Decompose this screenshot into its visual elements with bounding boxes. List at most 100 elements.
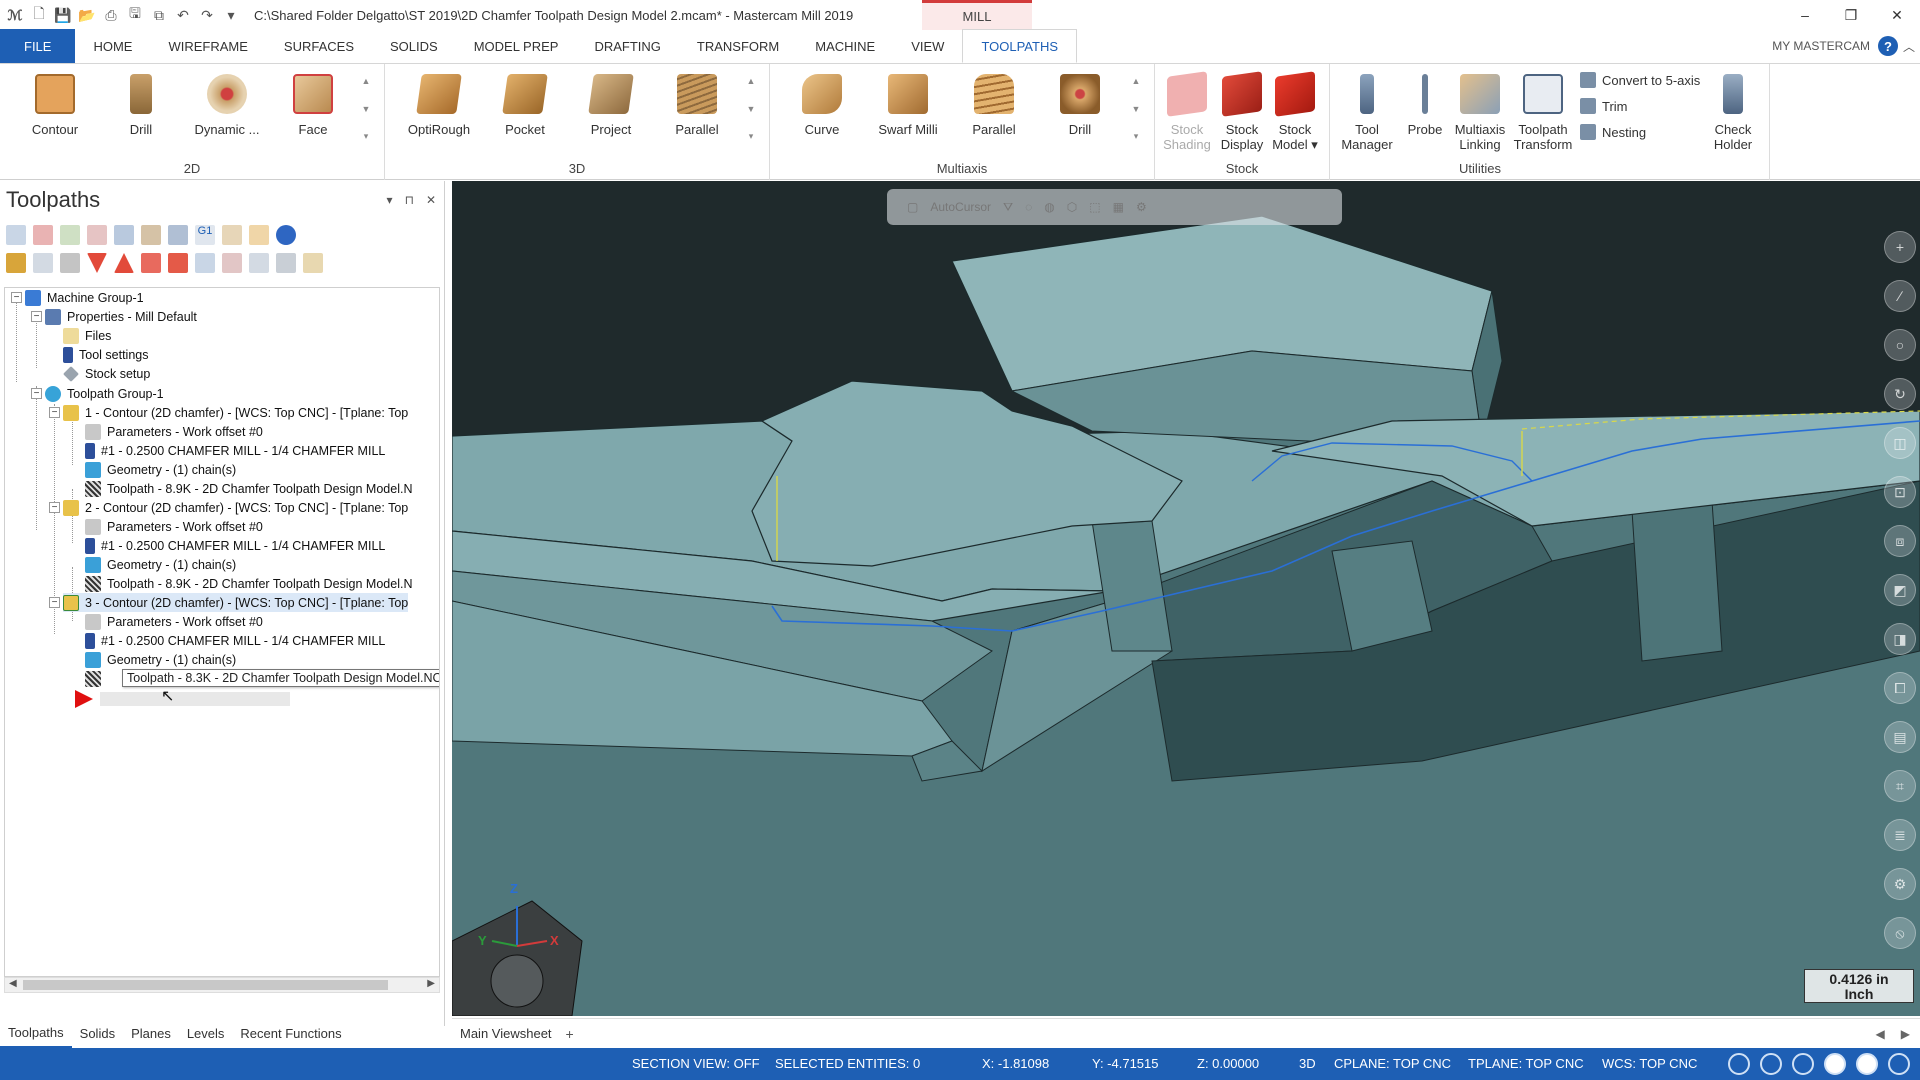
pocket-button[interactable]: Pocket — [485, 74, 565, 137]
close-button[interactable]: ✕ — [1874, 0, 1920, 30]
zoom-out-icon[interactable]: ∕ — [1884, 280, 1916, 312]
simulate-icon[interactable] — [168, 225, 188, 245]
tree-operation-3[interactable]: 3 - Contour (2D chamfer) - [WCS: Top CNC… — [63, 593, 409, 612]
translucency-icon[interactable] — [1856, 1053, 1878, 1075]
tree-op1-parameters[interactable]: Parameters - Work offset #0 — [85, 422, 263, 441]
edit-display-icon[interactable] — [1888, 1053, 1910, 1075]
mastercam-logo-icon[interactable]: ℳ — [6, 6, 24, 24]
select-mode-icon[interactable]: ▢ — [907, 200, 918, 214]
panel-close-icon[interactable]: ✕ — [426, 193, 436, 207]
insert-arrow-icon[interactable] — [141, 253, 161, 273]
prev-viewsheet-icon[interactable]: ◀ — [1876, 1027, 1885, 1041]
select-all-icon[interactable] — [6, 225, 26, 245]
help-panel-icon[interactable] — [276, 225, 296, 245]
rotate-icon[interactable]: ○ — [1884, 329, 1916, 361]
regenerate-dirty-icon[interactable] — [87, 225, 107, 245]
filter-icon[interactable]: ⛛ — [1003, 200, 1013, 215]
iso-view-icon[interactable]: ◩ — [1884, 574, 1916, 606]
minimize-button[interactable]: – — [1782, 0, 1828, 30]
gallery-scroll-3d[interactable]: ▲ ▼ ▾ — [745, 76, 757, 142]
collapse-all-icon[interactable] — [276, 253, 296, 273]
contour-button[interactable]: Contour — [15, 74, 95, 137]
no-display-icon[interactable]: ⦸ — [1884, 917, 1916, 949]
redo-icon[interactable]: ↷ — [198, 6, 216, 24]
tree-op3-toolpath[interactable] — [85, 669, 107, 688]
restore-button[interactable]: ❐ — [1828, 0, 1874, 30]
drill-multiaxis-button[interactable]: Drill — [1040, 74, 1120, 137]
face-button[interactable]: Face — [273, 74, 353, 137]
tree-files[interactable]: Files — [63, 326, 111, 345]
tree-op2-toolpath[interactable]: Toolpath - 8.9K - 2D Chamfer Toolpath De… — [85, 574, 412, 593]
orbit-icon[interactable]: ↻ — [1884, 378, 1916, 410]
check-holder-button[interactable]: Check Holder — [1698, 74, 1768, 152]
tab-model-prep[interactable]: MODEL PREP — [456, 29, 577, 63]
merge-icon[interactable]: ⧉ — [150, 6, 168, 24]
tree-op2-parameters[interactable]: Parameters - Work offset #0 — [85, 517, 263, 536]
toolpath-transform-button[interactable]: Toolpath Transform — [1508, 74, 1578, 152]
tab-main-viewsheet[interactable]: Main Viewsheet — [452, 1026, 560, 1041]
mode-3d-toggle[interactable]: 3D — [1299, 1056, 1316, 1071]
open-folder-icon[interactable]: 📂 — [78, 6, 96, 24]
tab-transform[interactable]: TRANSFORM — [679, 29, 797, 63]
project-button[interactable]: Project — [571, 74, 651, 137]
scroll-left-icon[interactable]: ◀ — [9, 978, 17, 989]
print-icon[interactable]: ⎙ — [102, 6, 120, 24]
ribbon-collapse-icon[interactable]: ︿ — [1903, 38, 1915, 55]
tab-planes-panel[interactable]: Planes — [123, 1018, 179, 1048]
panel-pin-icon[interactable]: ⊓ — [405, 193, 414, 207]
wcs-status[interactable]: WCS: TOP CNC — [1602, 1056, 1697, 1071]
verify-select-icon[interactable]: ◌ — [1025, 200, 1032, 214]
tree-op1-toolpath[interactable]: Toolpath - 8.9K - 2D Chamfer Toolpath De… — [85, 479, 412, 498]
curve-button[interactable]: Curve — [782, 74, 862, 137]
stock-model-button[interactable]: Stock Model ▾ — [1263, 71, 1327, 152]
my-mastercam-link[interactable]: MY MASTERCAM — [1772, 39, 1870, 53]
graphics-viewport[interactable]: Z X Y ▢ AutoCursor ⛛ ◌ ◍ ⬡ ⬚ ▦ ⚙ + ∕ ○ ↻… — [452, 181, 1920, 1016]
front-view-icon[interactable]: ⧈ — [1884, 525, 1916, 557]
deselect-icon[interactable] — [33, 225, 53, 245]
tree-toolpath-group[interactable]: Toolpath Group-1 — [45, 384, 164, 403]
material-display-icon[interactable] — [1824, 1053, 1846, 1075]
tree-op1-geometry[interactable]: Geometry - (1) chain(s) — [85, 460, 236, 479]
tree-operation-2[interactable]: 2 - Contour (2D chamfer) - [WCS: Top CNC… — [63, 498, 408, 517]
tree-op3-parameters[interactable]: Parameters - Work offset #0 — [85, 612, 263, 631]
display-selected-icon[interactable] — [195, 253, 215, 273]
scroll-to-insert-icon[interactable] — [168, 253, 188, 273]
swarf-milling-button[interactable]: Swarf Milli — [868, 74, 948, 137]
scroll-right-icon[interactable]: ▶ — [427, 978, 435, 989]
tree-machine-group[interactable]: Machine Group-1 — [25, 288, 144, 307]
display-hidden-icon[interactable] — [222, 253, 242, 273]
verify-icon[interactable] — [141, 225, 161, 245]
tab-machine[interactable]: MACHINE — [797, 29, 893, 63]
panel-menu-icon[interactable]: ▾ — [387, 193, 393, 207]
cplane-status[interactable]: CPLANE: TOP CNC — [1334, 1056, 1451, 1071]
tab-wireframe[interactable]: WIREFRAME — [150, 29, 265, 63]
expand-properties[interactable]: − — [31, 311, 42, 322]
tree-op1-tool[interactable]: #1 - 0.2500 CHAMFER MILL - 1/4 CHAMFER M… — [85, 441, 385, 460]
optirough-button[interactable]: OptiRough — [399, 74, 479, 137]
zoom-in-icon[interactable]: + — [1884, 231, 1916, 263]
multiaxis-linking-button[interactable]: Multiaxis Linking — [1445, 74, 1515, 152]
view-cube-icon[interactable]: ◫ — [1884, 427, 1916, 459]
parallel-3d-button[interactable]: Parallel — [657, 74, 737, 137]
scrollbar-thumb[interactable] — [23, 980, 388, 990]
tab-solids-panel[interactable]: Solids — [72, 1018, 123, 1048]
tab-file[interactable]: FILE — [0, 29, 76, 63]
tab-toolpaths[interactable]: TOOLPATHS — [962, 29, 1078, 63]
tree-op3-tool[interactable]: #1 - 0.2500 CHAMFER MILL - 1/4 CHAMFER M… — [85, 631, 385, 650]
tree-op2-tool[interactable]: #1 - 0.2500 CHAMFER MILL - 1/4 CHAMFER M… — [85, 536, 385, 555]
tab-surfaces[interactable]: SURFACES — [266, 29, 372, 63]
tool-edit-icon[interactable] — [249, 225, 269, 245]
autocursor-dropdown[interactable]: AutoCursor — [930, 200, 991, 214]
highfeed-icon[interactable] — [222, 225, 242, 245]
options-dropdown-icon[interactable] — [249, 253, 269, 273]
tree-operation-1[interactable]: 1 - Contour (2D chamfer) - [WCS: Top CNC… — [63, 403, 408, 422]
tab-drafting[interactable]: DRAFTING — [576, 29, 678, 63]
expand-toolpath-group[interactable]: − — [31, 388, 42, 399]
nesting-button[interactable]: Nesting — [1580, 124, 1646, 140]
tab-solids[interactable]: SOLIDS — [372, 29, 456, 63]
undo-icon[interactable]: ↶ — [174, 6, 192, 24]
tree-op2-geometry[interactable]: Geometry - (1) chain(s) — [85, 555, 236, 574]
backplot-icon[interactable] — [114, 225, 134, 245]
tree-op3-geometry[interactable]: Geometry - (1) chain(s) — [85, 650, 236, 669]
chain-icon[interactable]: ⬡ — [1067, 200, 1077, 214]
